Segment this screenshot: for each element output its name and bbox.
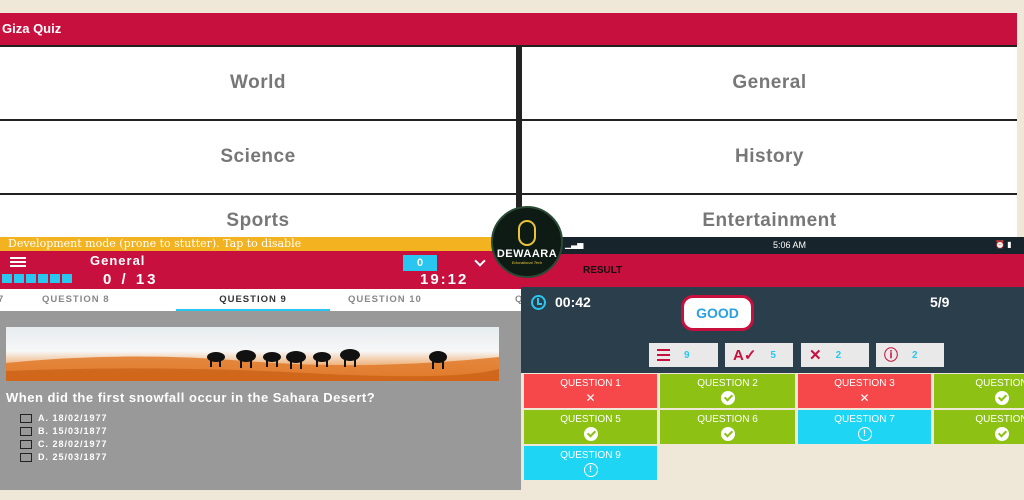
question-screen: Development mode (prone to stutter). Tap… [0,237,521,490]
option-c-label: C. 28/02/1977 [38,439,108,449]
elapsed-time: 00:42 [555,294,591,310]
logo-name: DEWAARA [496,247,558,260]
question-result-4[interactable]: QUESTION [934,374,1024,408]
category-history-button[interactable]: History [522,121,1017,193]
chevron-down-icon[interactable] [474,255,486,267]
progress-segment [62,274,72,283]
tab-question-10[interactable]: QUESTION 10 [348,289,422,311]
stat-correct-value: 5 [770,349,776,361]
question-result-6[interactable]: QUESTION 6 [660,410,795,444]
question-result-label: QUESTION 6 [697,414,758,425]
option-a[interactable]: A. 18/02/1977 [20,413,108,423]
result-title: RESULT [583,265,623,276]
checkbox-icon[interactable] [20,413,32,423]
signal-icon: ▁▃▅ [565,240,584,249]
close-icon: ✕ [809,346,822,364]
status-time: 5:06 AM [773,240,807,250]
screenshot-collage: Giza Quiz World General Science History … [0,0,1024,500]
option-d-label: D. 25/03/1877 [38,452,108,462]
question-progress: 0 / 13 [103,271,159,288]
close-icon: ✕ [859,391,870,405]
alarm-icon: ⏰ ▮ [995,240,1012,249]
option-b[interactable]: B. 15/03/1877 [20,426,108,436]
question-result-label: QUESTION 3 [834,378,895,389]
clock-icon [531,295,546,310]
question-tabs: 7 QUESTION 8 QUESTION 9 QUESTION 10 Q [0,289,521,311]
checkbox-icon[interactable] [20,426,32,436]
check-circle-icon [994,391,1009,405]
question-result-9[interactable]: QUESTION 9! [524,446,657,480]
tab-question-7[interactable]: 7 [0,289,4,311]
option-a-label: A. 18/02/1977 [38,413,108,423]
check-circle-icon [994,427,1009,441]
question-text: When did the first snowfall occur in the… [6,390,376,405]
tab-question-8[interactable]: QUESTION 8 [42,289,110,311]
question-result-label: QUESTION 1 [560,378,621,389]
progress-segment [38,274,48,283]
status-bar: ▁▃▅ 5:06 AM ⏰ ▮ [521,237,1024,254]
progress-segments [2,274,72,283]
question-result-label: QUESTION 7 [834,414,895,425]
checkbox-icon[interactable] [20,452,32,462]
stat-wrong: ✕ 2 [801,343,869,367]
dev-mode-banner[interactable]: Development mode (prone to stutter). Tap… [0,237,521,251]
alert-circle-icon: ! [857,427,872,441]
logo-mark-icon [518,219,536,246]
progress-segment [50,274,60,283]
category-general-button[interactable]: General [522,47,1017,119]
quiz-category-name: General [90,253,146,268]
result-screen: ▁▃▅ 5:06 AM ⏰ ▮ RESULT 00:42 GOOD 5/9 9 … [521,237,1024,490]
question-header: General 0 0 / 13 19:12 [0,251,521,289]
grade-badge: GOOD [681,295,754,331]
question-result-1[interactable]: QUESTION 1 ✕ [524,374,657,408]
check-circle-icon [720,427,735,441]
question-result-3[interactable]: QUESTION 3 ✕ [798,374,931,408]
app-title: Giza Quiz [0,13,1017,45]
progress-segment [14,274,24,283]
category-science-button[interactable]: Science [0,121,516,193]
list-icon [657,349,670,361]
question-result-8[interactable]: QUESTION [934,410,1024,444]
stat-skipped: ⓘ 2 [876,343,944,367]
score-badge: 0 [403,255,437,271]
alert-circle-icon: ! [583,463,598,477]
question-result-2[interactable]: QUESTION 2 [660,374,795,408]
option-c[interactable]: C. 28/02/1977 [20,439,108,449]
stat-wrong-value: 2 [835,349,842,361]
stat-correct: A✓ 5 [725,343,793,367]
stat-total-value: 9 [684,349,690,361]
question-result-label: QUESTION [975,378,1024,389]
question-result-label: QUESTION 5 [560,414,621,425]
question-result-label: QUESTION [975,414,1024,425]
check-circle-icon [583,427,598,441]
category-world-button[interactable]: World [0,47,516,119]
tab-question-9[interactable]: QUESTION 9 [176,289,330,311]
dewaara-logo: DEWAARA Educational Tech [491,206,563,278]
spellcheck-icon: A✓ [733,346,757,364]
stat-total: 9 [649,343,718,367]
question-image [6,327,499,381]
question-result-5[interactable]: QUESTION 5 [524,410,657,444]
question-result-7[interactable]: QUESTION 7! [798,410,931,444]
alert-circle-icon: ⓘ [884,346,898,363]
quiz-timer: 19:12 [420,271,469,288]
question-result-label: QUESTION 9 [560,450,621,461]
option-d[interactable]: D. 25/03/1877 [20,452,108,462]
progress-segment [2,274,12,283]
progress-segment [26,274,36,283]
logo-tagline: Educational Tech [511,259,543,265]
close-icon: ✕ [585,391,596,405]
result-header: RESULT [521,254,1024,287]
camel-caravan-illustration [6,349,499,381]
result-summary: 00:42 GOOD 5/9 9 A✓ 5 ✕ 2 ⓘ 2 [521,287,1024,373]
result-score: 5/9 [930,294,950,310]
menu-icon[interactable] [10,257,26,267]
checkbox-icon[interactable] [20,439,32,449]
stat-skipped-value: 2 [912,349,918,361]
option-b-label: B. 15/03/1877 [38,426,108,436]
check-circle-icon [720,391,735,405]
question-result-label: QUESTION 2 [697,378,758,389]
